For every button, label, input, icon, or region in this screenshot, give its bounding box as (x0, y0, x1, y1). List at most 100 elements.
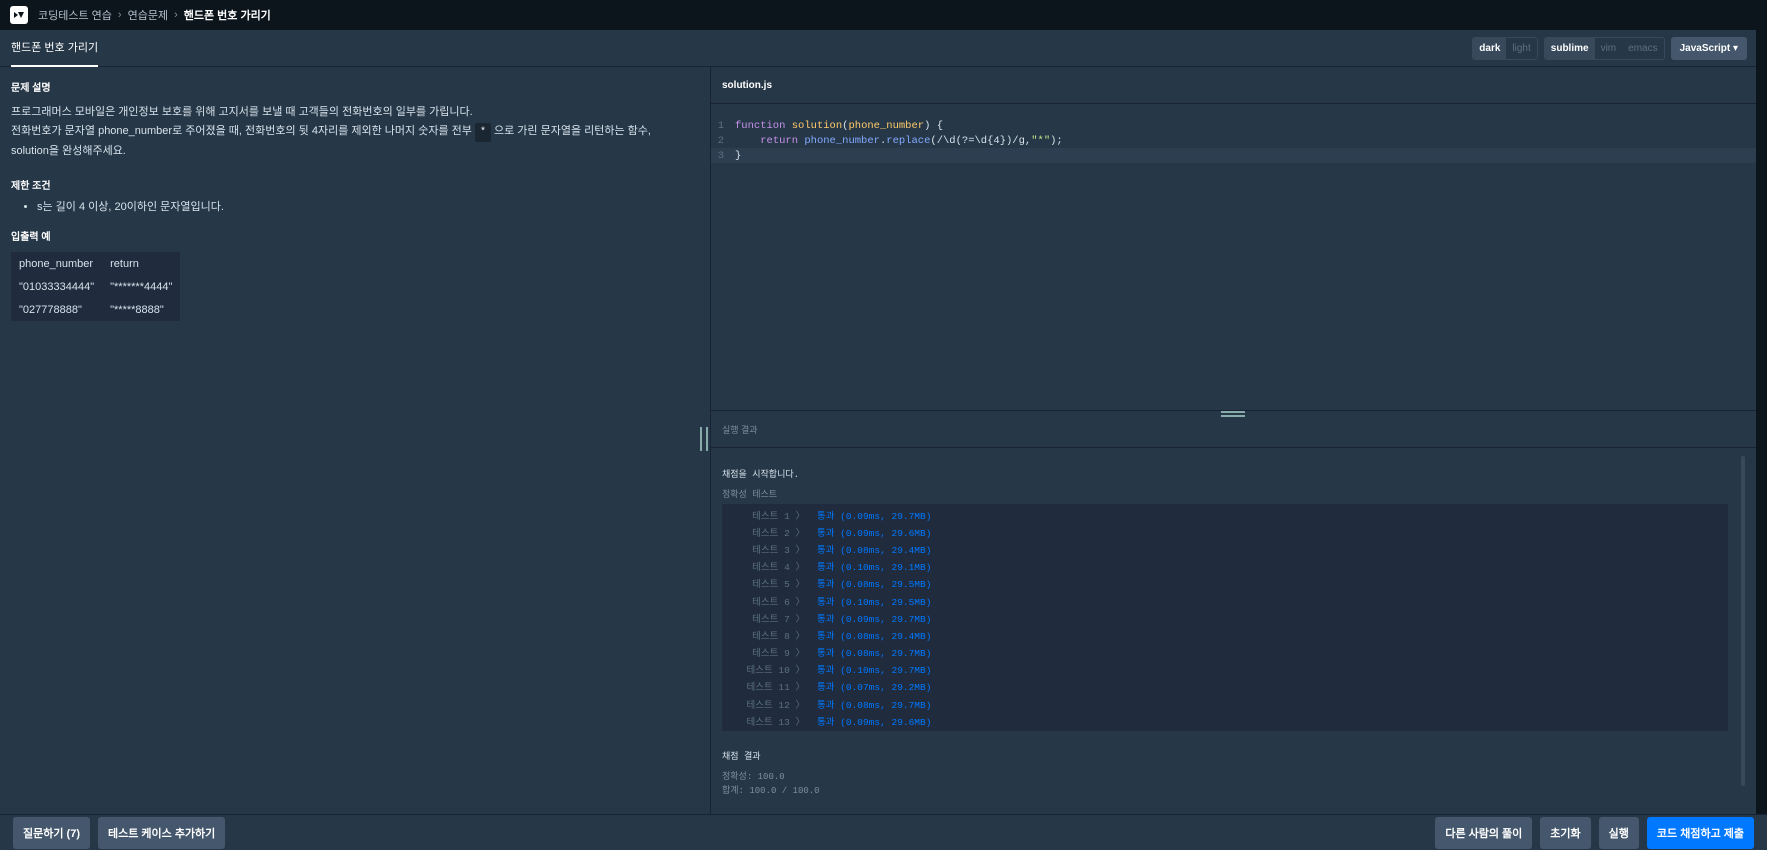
code-line: 2 return phone_number. replace (/\d(?=\d{4… (711, 133, 1756, 148)
score-heading: 채점 결과 (722, 752, 761, 763)
code-token: function (735, 119, 786, 132)
test-name: 테스트 9 〉 (752, 648, 805, 660)
breadcrumb-current: 핸드폰 번호 가리기 (183, 10, 271, 22)
test-value: 통과 (0.08ms, 29.4MB) (817, 630, 932, 642)
test-value: 통과 (0.09ms, 29.7MB) (817, 510, 932, 522)
code-token: (/\d(?=\d{4})/g, (930, 134, 1032, 147)
tab-bar: 핸드폰 번호 가리기 dark light sublime vim emacs … (0, 30, 1767, 67)
code-token: ) { (924, 119, 943, 132)
reset-button[interactable]: 초기화 (1540, 816, 1591, 849)
theme-toggle: dark light (1472, 36, 1538, 60)
test-row: 테스트 1 〉 통과 (0.09ms, 29.7MB) (722, 506, 1728, 523)
test-value: 통과 (0.10ms, 29.7MB) (817, 665, 932, 677)
result-start: 채점을 시작합니다. (722, 470, 800, 480)
top-nav: 코딩테스트 연습 › 연습문제 › 핸드폰 번호 가리기 도움말 컴파일 옵션 (0, 0, 1767, 83)
test-row: 테스트 11 〉 통과 (0.07ms, 29.2MB) (722, 678, 1728, 695)
ask-question-button[interactable]: 질문하기 (7) (13, 816, 90, 849)
test-name: 테스트 4 〉 (752, 562, 805, 574)
test-value: 통과 (0.10ms, 29.1MB) (817, 562, 932, 574)
total-score: 합계: 100.0 / 100.0 (722, 786, 820, 797)
theme-light-button[interactable]: light (1506, 37, 1537, 59)
code-line: 3 } (711, 148, 1756, 163)
test-name: 테스트 12 〉 (746, 699, 805, 711)
score-block: 정확성: 100.0 합계: 100.0 / 100.0 (722, 770, 1756, 798)
test-name: 테스트 1 〉 (752, 510, 805, 522)
table-header: return (110, 258, 139, 270)
programmers-logo-icon[interactable] (10, 6, 28, 24)
io-heading: 입출력 예 (11, 232, 51, 243)
description-text: 전화번호가 문자열 phone_number로 주어졌을 때, 전화번호의 뒷 … (11, 125, 472, 137)
add-test-case-button[interactable]: 테스트 케이스 추가하기 (97, 816, 226, 849)
editor-panel: solution.js 1 function solution(phone_nu… (711, 67, 1756, 814)
test-row: 테스트 7 〉 통과 (0.09ms, 29.7MB) (722, 609, 1728, 626)
right-edge (1756, 30, 1767, 850)
code-token: return (760, 134, 799, 147)
code-token: phone_number (848, 119, 925, 132)
tab-problem[interactable]: 핸드폰 번호 가리기 (11, 30, 99, 67)
result-scrollbar[interactable] (1741, 456, 1745, 786)
result-panel: 채점을 시작합니다. 정확성 테스트 테스트 1 〉 통과 (0.09ms, 29… (711, 448, 1756, 814)
io-table: phone_number return "01033334444" "*****… (11, 252, 181, 321)
test-name: 테스트 5 〉 (752, 579, 805, 591)
test-name: 테스트 10 〉 (746, 665, 805, 677)
result-columns: 정확성 테스트 (722, 490, 778, 500)
test-value: 통과 (0.08ms, 29.7MB) (817, 699, 932, 711)
test-name: 테스트 6 〉 (752, 596, 805, 608)
language-label: JavaScript (1679, 42, 1731, 54)
table-cell: "01033334444" (19, 281, 95, 293)
keymap-sublime-button[interactable]: sublime (1544, 37, 1595, 59)
file-tab[interactable]: solution.js (711, 67, 1756, 104)
run-button[interactable]: 실행 (1598, 816, 1639, 849)
line-number: 1 (717, 119, 724, 132)
test-value: 통과 (0.09ms, 29.6MB) (817, 716, 932, 728)
description-heading: 문제 설명 (11, 83, 51, 94)
test-row: 테스트 8 〉 통과 (0.08ms, 29.4MB) (722, 626, 1728, 643)
code-editor[interactable]: 1 function solution(phone_number) { 2 re… (711, 105, 1756, 410)
test-row: 테스트 6 〉 통과 (0.10ms, 29.5MB) (722, 592, 1728, 609)
test-name: 테스트 11 〉 (746, 682, 805, 694)
constraint-item: s는 길이 4 이상, 20이하인 문자열입니다. (37, 198, 699, 214)
test-value: 통과 (0.07ms, 29.2MB) (817, 682, 932, 694)
result-header: 실행 결과 (711, 410, 1756, 448)
keymap-emacs-button[interactable]: emacs (1622, 37, 1664, 59)
constraints-list: s는 길이 4 이상, 20이하인 문자열입니다. (37, 198, 699, 214)
test-value: 통과 (0.08ms, 29.5MB) (817, 579, 932, 591)
submit-button[interactable]: 코드 채점하고 제출 (1646, 816, 1754, 849)
line-number: 3 (717, 149, 724, 162)
keymap-vim-button[interactable]: vim (1594, 37, 1623, 59)
breadcrumb-item-practice[interactable]: 연습문제 (128, 7, 168, 23)
code-token: "*" (1031, 134, 1051, 147)
code-token: } (735, 149, 742, 162)
table-row: "027778888" "*****8888" (11, 298, 180, 321)
keymap-toggle: sublime vim emacs (1543, 36, 1665, 60)
test-row: 테스트 12 〉 통과 (0.08ms, 29.7MB) (722, 695, 1728, 712)
others-solutions-button[interactable]: 다른 사람의 풀이 (1435, 816, 1533, 849)
constraints-heading: 제한 조건 (11, 181, 51, 192)
breadcrumb-item-coding-test[interactable]: 코딩테스트 연습 (38, 7, 112, 23)
test-name: 테스트 13 〉 (746, 716, 805, 728)
theme-dark-button[interactable]: dark (1473, 37, 1507, 59)
vertical-resize-handle[interactable] (700, 427, 708, 451)
code-token: replace (886, 134, 931, 147)
test-value: 통과 (0.09ms, 29.7MB) (817, 613, 932, 625)
table-cell: "*******4444" (110, 281, 173, 293)
test-row: 테스트 4 〉 통과 (0.10ms, 29.1MB) (722, 558, 1728, 575)
test-name: 테스트 7 〉 (752, 613, 805, 625)
test-row: 테스트 3 〉 통과 (0.08ms, 29.4MB) (722, 540, 1728, 557)
problem-panel: 문제 설명 프로그래머스 모바일은 개인정보 보호를 위해 고지서를 보낼 때 … (0, 67, 710, 814)
breadcrumb: 코딩테스트 연습 › 연습문제 › 핸드폰 번호 가리기 (38, 7, 271, 23)
description-line: solution을 완성해주세요. (11, 145, 126, 157)
table-cell: "*****8888" (110, 304, 164, 316)
table-header-row: phone_number return (11, 252, 180, 275)
line-number: 2 (717, 134, 724, 147)
code-token: ); (1050, 134, 1063, 147)
test-results: 테스트 1 〉 통과 (0.09ms, 29.7MB) 테스트 2 〉 통과 (0.0… (722, 504, 1728, 732)
test-value: 통과 (0.08ms, 29.4MB) (817, 544, 932, 556)
test-row: 테스트 13 〉 통과 (0.09ms, 29.6MB) (722, 712, 1728, 729)
language-select[interactable]: JavaScript ▾ (1670, 36, 1747, 60)
test-row: 테스트 10 〉 통과 (0.10ms, 29.7MB) (722, 661, 1728, 678)
chevron-right-icon: › (174, 9, 178, 21)
description-line: 전화번호가 문자열 phone_number로 주어졌을 때, 전화번호의 뒷 … (11, 122, 699, 142)
caret-down-icon: ▾ (1732, 42, 1738, 54)
code-token: solution (791, 119, 843, 132)
